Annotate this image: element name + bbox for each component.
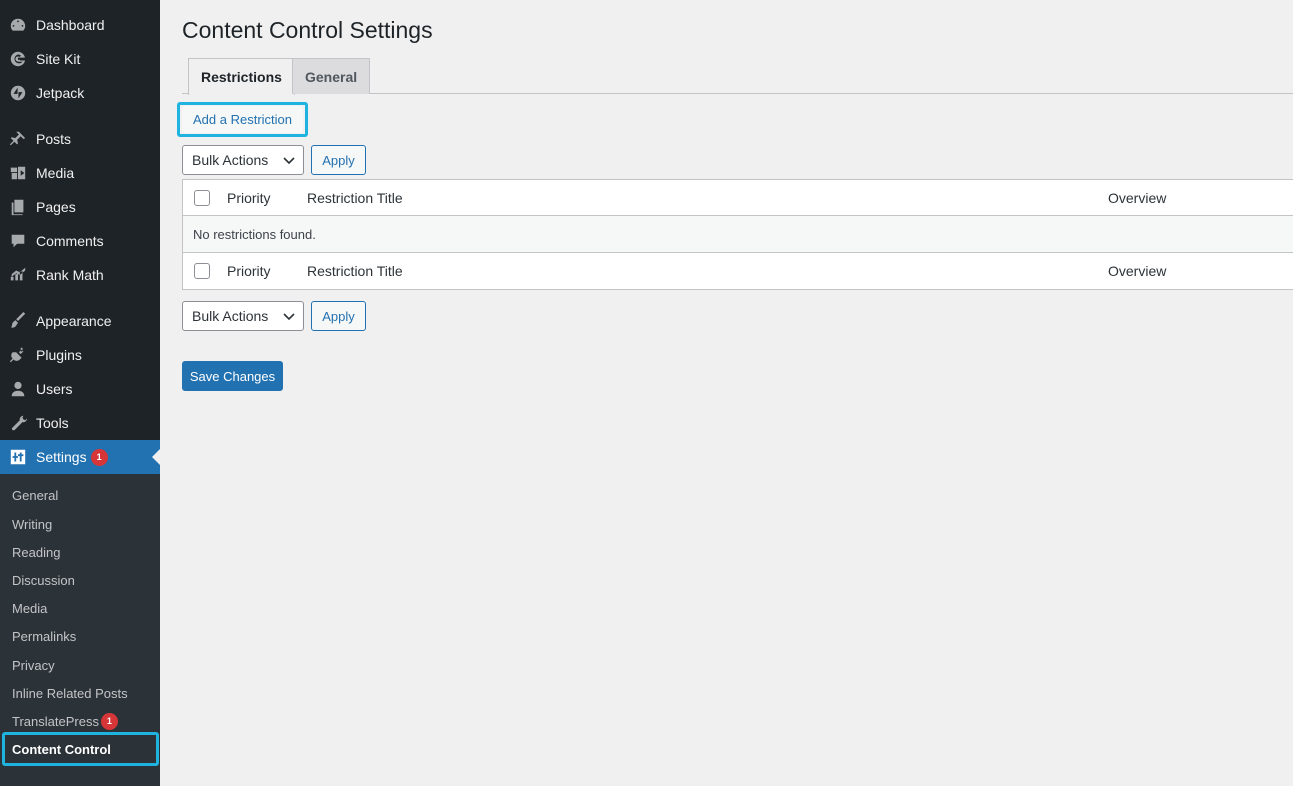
- submenu-item-writing[interactable]: Writing: [0, 510, 160, 538]
- select-all-checkbox-footer[interactable]: [194, 263, 210, 279]
- tab-general[interactable]: General: [292, 58, 371, 94]
- paintbrush-icon: [0, 312, 36, 330]
- menu-item-label: Jetpack: [36, 85, 85, 101]
- update-badge: 1: [100, 712, 118, 730]
- menu-item-jetpack[interactable]: Jetpack: [0, 76, 160, 110]
- column-header-priority[interactable]: Priority: [227, 190, 271, 206]
- apply-button-top[interactable]: Apply: [311, 145, 366, 175]
- page-title: Content Control Settings: [182, 17, 433, 43]
- comment-icon: [0, 232, 36, 250]
- user-icon: [0, 380, 36, 398]
- menu-item-label: Users: [36, 381, 73, 397]
- active-indicator: [152, 449, 160, 465]
- jetpack-icon: [0, 84, 36, 102]
- menu-item-label: Plugins: [36, 347, 82, 363]
- main-content: Content Control Settings Restrictions Ge…: [160, 0, 1293, 786]
- submenu-item-media[interactable]: Media: [0, 594, 160, 622]
- menu-item-site-kit[interactable]: Site Kit: [0, 42, 160, 76]
- google-g-icon: [0, 50, 36, 68]
- menu-item-plugins[interactable]: Plugins: [0, 338, 160, 372]
- column-footer-overview: Overview: [1108, 263, 1167, 279]
- menu-item-label: Tools: [36, 415, 69, 431]
- menu-item-tools[interactable]: Tools: [0, 406, 160, 440]
- restrictions-table: Priority Restriction Title Overview No r…: [182, 179, 1293, 290]
- submenu-item-content-control[interactable]: Content Control: [2, 732, 159, 766]
- menu-item-label: Site Kit: [36, 51, 81, 67]
- column-header-overview: Overview: [1108, 189, 1167, 206]
- menu-item-label: Appearance: [36, 313, 112, 329]
- settings-submenu: General Writing Reading Discussion Media…: [0, 474, 160, 786]
- column-footer-priority[interactable]: Priority: [227, 263, 271, 279]
- menu-item-dashboard[interactable]: Dashboard: [0, 8, 160, 42]
- dashboard-icon: [0, 16, 36, 34]
- menu-item-pages[interactable]: Pages: [0, 190, 160, 224]
- bulk-actions-select-top[interactable]: Bulk Actions: [182, 145, 304, 175]
- menu-item-users[interactable]: Users: [0, 372, 160, 406]
- admin-sidebar: Dashboard Site Kit Jetpack Posts Media P…: [0, 0, 160, 786]
- media-icon: [0, 164, 36, 182]
- submenu-item-general[interactable]: General: [0, 481, 160, 509]
- wrench-icon: [0, 414, 36, 432]
- menu-item-label: Settings: [36, 449, 87, 465]
- menu-item-label: Posts: [36, 131, 72, 147]
- submenu-item-permalinks[interactable]: Permalinks: [0, 622, 160, 650]
- bulk-actions-select-bottom[interactable]: Bulk Actions: [182, 301, 304, 331]
- tab-bar: Restrictions General: [182, 58, 1293, 95]
- submenu-item-reading[interactable]: Reading: [0, 538, 160, 566]
- menu-item-label: Media: [36, 165, 75, 181]
- chevron-down-icon: [283, 313, 295, 321]
- add-restriction-button[interactable]: Add a Restriction: [182, 106, 303, 133]
- rank-math-icon: [0, 266, 36, 284]
- menu-item-comments[interactable]: Comments: [0, 224, 160, 258]
- update-badge: 1: [90, 448, 108, 466]
- menu-item-settings[interactable]: Settings 1: [0, 440, 160, 474]
- menu-item-rank-math[interactable]: Rank Math: [0, 258, 160, 292]
- menu-item-label: Dashboard: [36, 17, 105, 33]
- table-header: Priority Restriction Title Overview: [183, 180, 1293, 216]
- submenu-item-label: TranslatePress: [12, 713, 99, 729]
- pin-icon: [0, 130, 36, 148]
- chevron-down-icon: [283, 157, 295, 165]
- plugin-icon: [0, 346, 36, 364]
- submenu-item-translatepress[interactable]: TranslatePress 1: [0, 707, 160, 735]
- select-all-checkbox[interactable]: [194, 189, 210, 206]
- tab-restrictions[interactable]: Restrictions: [188, 58, 295, 95]
- submenu-item-privacy[interactable]: Privacy: [0, 651, 160, 679]
- table-empty-row: No restrictions found.: [183, 216, 1293, 253]
- menu-item-label: Rank Math: [36, 267, 104, 283]
- menu-item-label: Pages: [36, 199, 76, 215]
- submenu-item-discussion[interactable]: Discussion: [0, 566, 160, 594]
- menu-item-posts[interactable]: Posts: [0, 122, 160, 156]
- empty-message: No restrictions found.: [193, 226, 316, 242]
- save-changes-button[interactable]: Save Changes: [182, 361, 283, 391]
- column-header-title[interactable]: Restriction Title: [307, 190, 403, 206]
- menu-item-appearance[interactable]: Appearance: [0, 304, 160, 338]
- column-footer-title[interactable]: Restriction Title: [307, 263, 403, 279]
- table-footer: Priority Restriction Title Overview: [183, 253, 1293, 289]
- bulk-actions-value: Bulk Actions: [192, 152, 269, 168]
- pages-icon: [0, 198, 36, 216]
- bulk-actions-value: Bulk Actions: [192, 308, 269, 324]
- settings-icon: [0, 448, 36, 466]
- submenu-item-inline-related-posts[interactable]: Inline Related Posts: [0, 679, 160, 707]
- apply-button-bottom[interactable]: Apply: [311, 301, 366, 331]
- menu-item-label: Comments: [36, 233, 104, 249]
- menu-item-media[interactable]: Media: [0, 156, 160, 190]
